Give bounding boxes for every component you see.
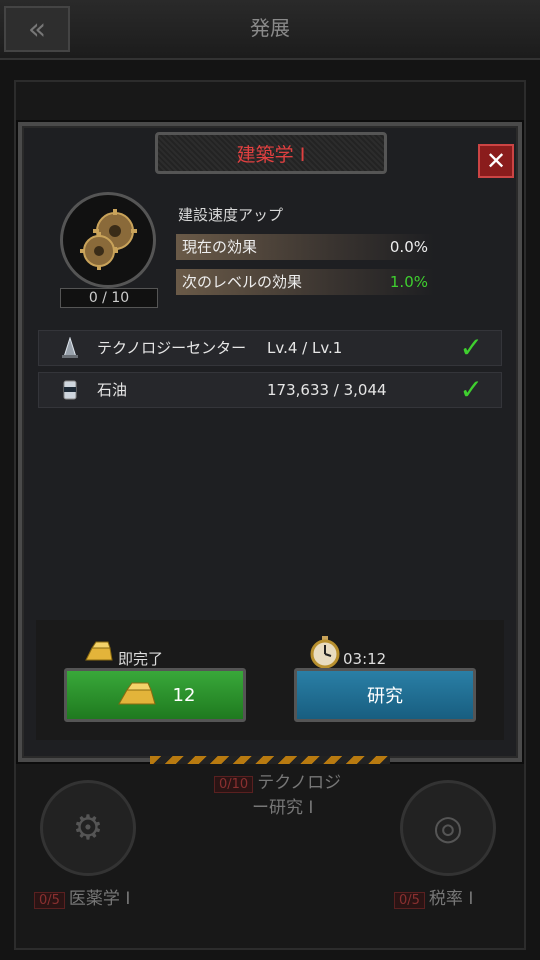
node-label: 医薬学 I [68, 889, 131, 909]
tree-node-medicine-label: 0/5 医薬学 I [34, 884, 130, 909]
check-icon: ✓ [459, 373, 483, 406]
requirement-name: 石油 [97, 381, 128, 399]
page-title: 発展 [250, 16, 290, 40]
check-icon: ✓ [459, 331, 483, 364]
coins-icon: ◎ [433, 808, 463, 848]
gold-bar-icon [117, 682, 156, 705]
next-effect-value: 1.0% [389, 273, 428, 291]
hazard-stripe [150, 756, 390, 764]
gears-icon [80, 209, 137, 270]
research-button[interactable]: 研究 [294, 668, 476, 722]
dialog-title: 建築学 I [155, 132, 387, 174]
gold-cost: 12 [172, 684, 196, 706]
requirement-value: Lv.4 / Lv.1 [267, 339, 343, 357]
instant-complete-button[interactable]: 12 [64, 668, 246, 722]
machine-icon: ⚙ [72, 808, 104, 848]
skill-icon-frame [60, 192, 156, 288]
next-effect-row: 次のレベルの効果 1.0% [176, 269, 434, 295]
stopwatch-icon [310, 636, 340, 672]
close-icon: ✕ [485, 147, 507, 175]
current-effect-row: 現在の効果 0.0% [176, 234, 434, 260]
requirement-row: テクノロジーセンター Lv.4 / Lv.1 ✓ [38, 330, 502, 366]
requirement-name: テクノロジーセンター [97, 339, 247, 357]
tech-center-icon [59, 337, 81, 359]
research-time: 03:12 [343, 650, 387, 668]
effect-name: 建設速度アップ [178, 206, 284, 224]
requirement-value: 173,633 / 3,044 [267, 381, 387, 399]
node-level-badge: 0/5 [394, 892, 425, 909]
instant-complete-label: 即完了 [118, 650, 164, 668]
current-effect-value: 0.0% [389, 238, 428, 256]
node-label: 税率 I [428, 889, 474, 909]
node-level-badge: 0/5 [34, 892, 65, 909]
close-button[interactable]: ✕ [478, 144, 514, 178]
tree-node-tech-research[interactable]: 0/10 テクノロジ ー研究 I [214, 768, 374, 818]
gold-bar-icon [82, 640, 114, 670]
node-level-badge: 0/10 [214, 776, 254, 793]
requirement-row: 石油 173,633 / 3,044 ✓ [38, 372, 502, 408]
tree-node-tax[interactable]: ◎ [400, 780, 496, 876]
node-label: テクノロジ [257, 773, 342, 793]
current-effect-label: 現在の効果 [182, 238, 258, 256]
next-effect-label: 次のレベルの効果 [182, 273, 303, 291]
skill-level: 0 / 10 [60, 288, 158, 308]
tree-node-tax-label: 0/5 税率 I [394, 884, 473, 909]
tree-node-medicine[interactable]: ⚙ [40, 780, 136, 876]
node-label-line2: ー研究 I [252, 798, 314, 818]
oil-barrel-icon [59, 379, 81, 401]
